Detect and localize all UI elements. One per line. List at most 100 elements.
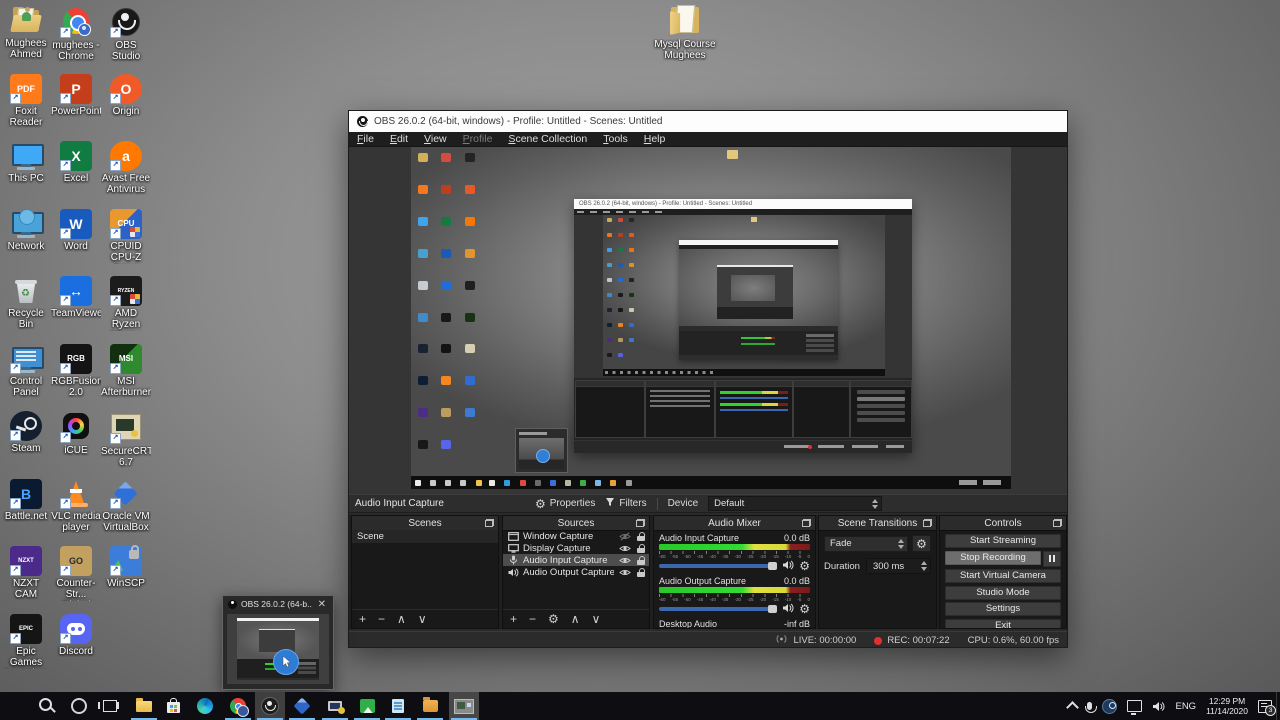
control-exit-button[interactable]: Exit	[945, 618, 1061, 628]
control-start-streaming-button[interactable]: Start Streaming	[945, 534, 1061, 548]
desktop-icon-msi-afterburner[interactable]: MSI ↗ MSI Afterburner	[101, 343, 151, 398]
menu-file[interactable]: File	[349, 132, 382, 147]
desktop-icon-securecrt[interactable]: ↗ SecureCRT 6.7	[101, 411, 151, 468]
down-icon[interactable]: ∨	[418, 613, 427, 625]
desktop-icon-steam[interactable]: ↗ Steam	[1, 411, 51, 454]
desktop-icon-mysql-course-folder[interactable]: Mysql Course Mughees	[649, 5, 721, 61]
menu-scene-collection[interactable]: Scene Collection	[500, 132, 595, 147]
lock-icon[interactable]	[637, 543, 645, 553]
up-icon[interactable]: ∧	[397, 613, 406, 625]
source-row-window-capture[interactable]: Window Capture	[503, 530, 649, 542]
properties-icon[interactable]: ⚙	[548, 613, 559, 625]
add-icon[interactable]: +	[359, 613, 366, 625]
slider-handle[interactable]	[768, 561, 778, 570]
taskbar-icon-active-window[interactable]	[449, 692, 479, 720]
desktop-icon-mughees-ahmed[interactable]: Mughees Ahmed	[1, 6, 51, 60]
filters-button[interactable]: Filters	[605, 497, 647, 510]
gear-icon[interactable]: ⚙	[799, 603, 810, 615]
speaker-icon[interactable]	[782, 600, 794, 618]
speaker-icon[interactable]	[782, 557, 794, 575]
menu-view[interactable]: View	[416, 132, 455, 147]
language-indicator[interactable]: ENG	[1175, 701, 1196, 712]
source-row-display-capture[interactable]: Display Capture	[503, 542, 649, 554]
add-icon[interactable]: +	[510, 613, 517, 625]
desktop-icon-foxit-reader[interactable]: PDF ↗ Foxit Reader	[1, 73, 51, 128]
taskbar-icon-obs-studio[interactable]	[255, 692, 285, 720]
desktop-icon-icue[interactable]: ↗ iCUE	[51, 411, 101, 456]
display-tray-icon[interactable]	[1127, 700, 1143, 715]
obs-titlebar[interactable]: OBS 26.0.2 (64-bit, windows) - Profile: …	[349, 111, 1067, 132]
obs-preview-area[interactable]: OBS 26.0.2 (64-bit, windows) - Profile: …	[349, 147, 1067, 494]
gear-icon[interactable]: ⚙	[799, 560, 810, 572]
close-icon[interactable]: ✕	[316, 599, 328, 610]
desktop-icon-virtualbox[interactable]: ↗ Oracle VM VirtualBox	[101, 479, 151, 533]
taskbar-icon-microsoft-store[interactable]	[158, 692, 188, 720]
desktop-icon-word[interactable]: W ↗ Word	[51, 208, 101, 252]
taskbar-icon-edge[interactable]	[190, 692, 220, 720]
steam-tray-icon[interactable]	[1102, 698, 1118, 714]
desktop-icon-network[interactable]: Network	[1, 208, 51, 252]
desktop-icon-teamviewer[interactable]: ↔ ↗ TeamViewer	[51, 276, 101, 319]
menu-profile[interactable]: Profile	[455, 132, 501, 147]
taskbar-icon-virtualbox[interactable]	[287, 692, 317, 720]
taskbar-icon-file-explorer[interactable]	[129, 692, 159, 720]
duration-input[interactable]: 300 ms	[866, 558, 931, 574]
volume-slider[interactable]	[659, 561, 778, 570]
popout-icon[interactable]	[923, 519, 932, 527]
speaker-tray-icon[interactable]	[1152, 701, 1165, 712]
show-hidden-icons-chevron[interactable]	[1066, 701, 1080, 714]
lock-icon[interactable]	[637, 531, 645, 541]
desktop-icon-ryzen-master[interactable]: RYZEN↗AMD Ryzen Master	[101, 276, 151, 331]
taskbar-icon-notes-app[interactable]	[383, 692, 413, 720]
desktop-icon-battle-net[interactable]: B ↗ Battle.net	[1, 478, 51, 522]
remove-icon[interactable]: −	[378, 613, 385, 625]
control-start-virtual-camera-button[interactable]: Start Virtual Camera	[945, 569, 1061, 583]
action-center-icon[interactable]: 3	[1258, 699, 1276, 716]
spinner-icon[interactable]	[868, 498, 881, 509]
desktop-icon-csgo[interactable]: GO↗Counter-Str... Global Offe...	[51, 546, 101, 601]
desktop-icon-powerpoint[interactable]: P ↗ PowerPoint	[51, 73, 101, 117]
popout-icon[interactable]	[1053, 519, 1062, 527]
transition-select[interactable]: Fade	[824, 535, 908, 552]
taskbar-icon-chrome[interactable]	[223, 692, 253, 720]
device-select[interactable]: Default	[708, 496, 883, 511]
menu-tools[interactable]: Tools	[595, 132, 636, 147]
menu-help[interactable]: Help	[636, 132, 674, 147]
taskbar-icon-securecrt[interactable]	[320, 692, 350, 720]
menu-edit[interactable]: Edit	[382, 132, 416, 147]
desktop-icon-obs-studio[interactable]: ↗ OBS Studio	[101, 6, 151, 62]
volume-slider[interactable]	[659, 604, 778, 613]
control-stop-recording-button[interactable]: Stop Recording	[945, 550, 1041, 565]
popout-icon[interactable]	[636, 519, 645, 527]
source-row-audio-output-capture[interactable]: Audio Output Capture	[503, 566, 649, 578]
desktop-icon-mughees-chrome[interactable]: ↗ mughees - Chrome	[51, 6, 101, 62]
taskbar-icon-search[interactable]	[32, 692, 62, 720]
desktop-icon-recycle-bin[interactable]: ♻ Recycle Bin	[1, 276, 51, 330]
desktop-icon-excel[interactable]: X ↗ Excel	[51, 141, 101, 184]
desktop-icon-discord[interactable]: ↗ Discord	[51, 613, 101, 657]
scene-list-item[interactable]: Scene	[352, 530, 498, 543]
visibility-eye-icon[interactable]	[618, 556, 631, 565]
taskbar-icon-cortana[interactable]	[64, 692, 94, 720]
desktop-icon-avast[interactable]: a ↗ Avast Free Antivirus	[101, 141, 151, 195]
properties-button[interactable]: ⚙ Properties	[535, 498, 595, 510]
desktop-icon-origin[interactable]: O ↗ Origin	[101, 73, 151, 117]
desktop-icon-cpu-z[interactable]: CPU↗CPUID CPU-Z Aorus	[101, 208, 151, 264]
desktop-icon-nzxt-cam[interactable]: NZXT ↗ NZXT CAM	[1, 546, 51, 600]
slider-handle[interactable]	[768, 604, 778, 613]
taskbar-icon-start[interactable]	[0, 692, 29, 720]
visibility-eye-icon[interactable]	[618, 544, 631, 553]
show-desktop-button[interactable]	[1276, 692, 1280, 720]
down-icon[interactable]: ∨	[592, 613, 601, 625]
popout-icon[interactable]	[485, 519, 494, 527]
up-icon[interactable]: ∧	[571, 613, 580, 625]
lock-icon[interactable]	[637, 567, 645, 577]
desktop-icon-rgbfusion[interactable]: RGB ↗ RGBFusion 2.0	[51, 343, 101, 398]
desktop-icon-vlc[interactable]: ↗ VLC media player	[51, 479, 101, 533]
visibility-eye-icon[interactable]	[618, 568, 631, 577]
control-settings-button[interactable]: Settings	[945, 602, 1061, 616]
control-studio-mode-button[interactable]: Studio Mode	[945, 585, 1061, 600]
taskbar-icon-task-view[interactable]	[95, 692, 125, 720]
desktop-icon-epic-games[interactable]: EPIC↗Epic Games Launcher	[1, 613, 51, 669]
source-row-audio-input-capture[interactable]: Audio Input Capture	[503, 554, 649, 566]
